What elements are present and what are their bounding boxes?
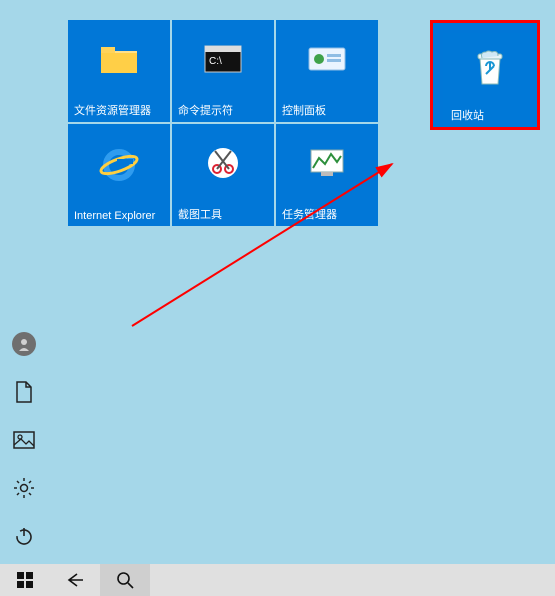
recycle-bin-icon bbox=[443, 33, 537, 103]
tile-recycle-bin-highlighted[interactable]: 回收站 bbox=[430, 20, 540, 130]
tile-label: 控制面板 bbox=[276, 98, 378, 122]
start-sidebar bbox=[0, 328, 48, 564]
tile-label: Internet Explorer bbox=[68, 206, 170, 226]
start-icon bbox=[17, 572, 33, 588]
svg-text:C:\: C:\ bbox=[209, 56, 222, 67]
tile-file-explorer[interactable]: 文件资源管理器 bbox=[68, 20, 170, 122]
tile-label: 文件资源管理器 bbox=[68, 98, 170, 122]
tile-label: 截图工具 bbox=[172, 202, 274, 226]
settings-button[interactable] bbox=[4, 472, 44, 504]
ie-icon bbox=[68, 124, 170, 206]
search-icon bbox=[116, 571, 134, 589]
power-icon bbox=[14, 526, 34, 546]
tile-label: 回收站 bbox=[443, 103, 537, 127]
power-button[interactable] bbox=[4, 520, 44, 552]
back-button[interactable] bbox=[50, 564, 100, 596]
pictures-icon bbox=[13, 431, 35, 449]
settings-icon bbox=[13, 477, 35, 499]
pictures-button[interactable] bbox=[4, 424, 44, 456]
start-button[interactable] bbox=[0, 564, 50, 596]
search-button[interactable] bbox=[100, 564, 150, 596]
taskmgr-icon bbox=[276, 124, 378, 202]
start-tiles-grid: 文件资源管理器 C:\ 命令提示符 控制面板 Internet Explorer… bbox=[68, 20, 378, 226]
folder-icon bbox=[68, 20, 170, 98]
snip-icon bbox=[172, 124, 274, 202]
documents-button[interactable] bbox=[4, 376, 44, 408]
taskbar bbox=[0, 564, 555, 596]
control-panel-icon bbox=[276, 20, 378, 98]
tile-task-manager[interactable]: 任务管理器 bbox=[276, 124, 378, 226]
tile-label: 命令提示符 bbox=[172, 98, 274, 122]
account-icon bbox=[12, 332, 36, 356]
back-icon bbox=[65, 572, 85, 588]
tile-snipping-tool[interactable]: 截图工具 bbox=[172, 124, 274, 226]
documents-icon bbox=[15, 381, 33, 403]
cmd-icon: C:\ bbox=[172, 20, 274, 98]
tile-control-panel[interactable]: 控制面板 bbox=[276, 20, 378, 122]
account-button[interactable] bbox=[4, 328, 44, 360]
tile-command-prompt[interactable]: C:\ 命令提示符 bbox=[172, 20, 274, 122]
tile-label: 任务管理器 bbox=[276, 202, 378, 226]
tile-internet-explorer[interactable]: Internet Explorer bbox=[68, 124, 170, 226]
